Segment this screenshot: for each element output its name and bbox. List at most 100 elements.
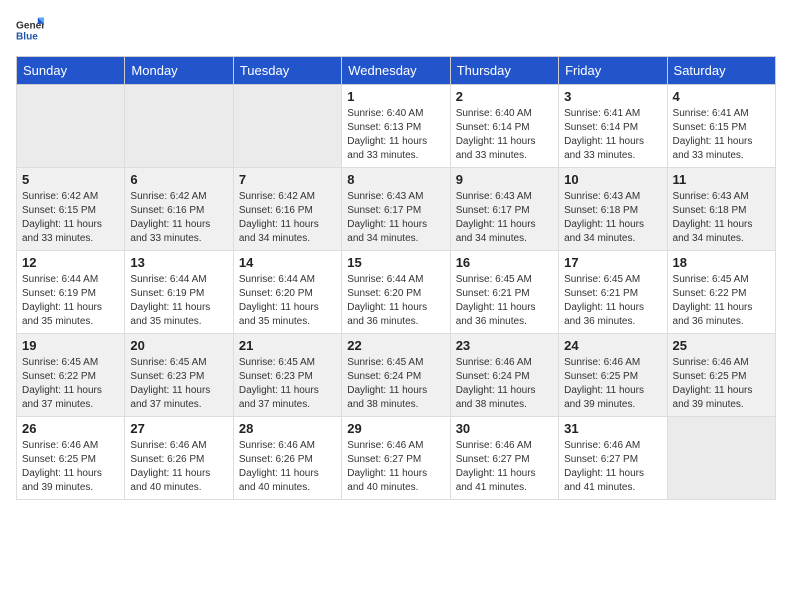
day-number: 7 bbox=[239, 172, 336, 187]
day-number: 22 bbox=[347, 338, 444, 353]
day-info: Sunrise: 6:45 AM Sunset: 6:23 PM Dayligh… bbox=[239, 356, 336, 412]
calendar-cell: 2 Sunrise: 6:40 AM Sunset: 6:14 PM Daylig… bbox=[450, 85, 558, 168]
calendar-cell: 11 Sunrise: 6:43 AM Sunset: 6:18 PM Dayli… bbox=[667, 168, 775, 251]
day-info: Sunrise: 6:46 AM Sunset: 6:25 PM Dayligh… bbox=[673, 356, 770, 412]
day-number: 4 bbox=[673, 89, 770, 104]
day-number: 17 bbox=[564, 255, 661, 270]
day-number: 19 bbox=[22, 338, 119, 353]
day-info: Sunrise: 6:43 AM Sunset: 6:17 PM Dayligh… bbox=[456, 190, 553, 246]
calendar-cell: 5Sunrise: 6:42 AM Sunset: 6:15 PM Daylig… bbox=[17, 168, 125, 251]
day-info: Sunrise: 6:45 AM Sunset: 6:22 PM Dayligh… bbox=[22, 356, 119, 412]
calendar-cell: 6 Sunrise: 6:42 AM Sunset: 6:16 PM Daylig… bbox=[125, 168, 233, 251]
day-number: 3 bbox=[564, 89, 661, 104]
calendar-cell: 18Sunrise: 6:45 AM Sunset: 6:22 PM Dayli… bbox=[667, 251, 775, 334]
calendar-cell: 15Sunrise: 6:44 AM Sunset: 6:20 PM Dayli… bbox=[342, 251, 450, 334]
day-number: 24 bbox=[564, 338, 661, 353]
calendar-cell: 27 Sunrise: 6:46 AM Sunset: 6:26 PM Dayli… bbox=[125, 417, 233, 500]
day-info: Sunrise: 6:43 AM Sunset: 6:17 PM Dayligh… bbox=[347, 190, 444, 246]
day-number: 10 bbox=[564, 172, 661, 187]
day-number: 18 bbox=[673, 255, 770, 270]
day-number: 8 bbox=[347, 172, 444, 187]
day-number: 14 bbox=[239, 255, 336, 270]
day-of-week-header: Saturday bbox=[667, 57, 775, 85]
day-info: Sunrise: 6:42 AM Sunset: 6:15 PM Dayligh… bbox=[22, 190, 119, 246]
logo-icon: General Blue bbox=[16, 16, 44, 44]
calendar-cell: 7 Sunrise: 6:42 AM Sunset: 6:16 PM Daylig… bbox=[233, 168, 341, 251]
day-info: Sunrise: 6:45 AM Sunset: 6:21 PM Dayligh… bbox=[564, 273, 661, 329]
calendar-cell: 25 Sunrise: 6:46 AM Sunset: 6:25 PM Dayli… bbox=[667, 334, 775, 417]
calendar-cell: 4 Sunrise: 6:41 AM Sunset: 6:15 PM Daylig… bbox=[667, 85, 775, 168]
calendar-cell: 12Sunrise: 6:44 AM Sunset: 6:19 PM Dayli… bbox=[17, 251, 125, 334]
day-number: 25 bbox=[673, 338, 770, 353]
calendar-week-row: 12 Sunrise: 6:44 AM Sunset: 6:19 PM Dayli… bbox=[17, 251, 776, 334]
day-info: Sunrise: 6:41 AM Sunset: 6:15 PM Dayligh… bbox=[673, 107, 770, 163]
day-info: Sunrise: 6:46 AM Sunset: 6:26 PM Dayligh… bbox=[130, 439, 227, 495]
calendar-cell: 16Sunrise: 6:45 AM Sunset: 6:21 PM Dayli… bbox=[450, 251, 558, 334]
day-info: Sunrise: 6:46 AM Sunset: 6:25 PM Dayligh… bbox=[22, 439, 119, 495]
day-of-week-header: Friday bbox=[559, 57, 667, 85]
day-number: 21 bbox=[239, 338, 336, 353]
calendar-week-row: 26Sunrise: 6:46 AM Sunset: 6:25 PM Dayli… bbox=[17, 417, 776, 500]
calendar-cell: 30 Sunrise: 6:46 AM Sunset: 6:27 PM Dayli… bbox=[450, 417, 558, 500]
day-info: Sunrise: 6:44 AM Sunset: 6:19 PM Dayligh… bbox=[130, 273, 227, 329]
calendar-cell: 26Sunrise: 6:46 AM Sunset: 6:25 PM Dayli… bbox=[17, 417, 125, 500]
day-number: 11 bbox=[673, 172, 770, 187]
day-info: Sunrise: 6:42 AM Sunset: 6:16 PM Dayligh… bbox=[130, 190, 227, 246]
day-of-week-header: Thursday bbox=[450, 57, 558, 85]
calendar-week-row: 5Sunrise: 6:42 AM Sunset: 6:15 PM Daylig… bbox=[17, 168, 776, 251]
day-number: 13 bbox=[130, 255, 227, 270]
day-info: Sunrise: 6:45 AM Sunset: 6:23 PM Dayligh… bbox=[130, 356, 227, 412]
calendar-cell: 1Sunrise: 6:40 AM Sunset: 6:13 PM Daylig… bbox=[342, 85, 450, 168]
day-of-week-header: Sunday bbox=[17, 57, 125, 85]
calendar-cell: 24 Sunrise: 6:46 AM Sunset: 6:25 PM Dayli… bbox=[559, 334, 667, 417]
day-info: Sunrise: 6:45 AM Sunset: 6:21 PM Dayligh… bbox=[456, 273, 553, 329]
day-info: Sunrise: 6:46 AM Sunset: 6:26 PM Dayligh… bbox=[239, 439, 336, 495]
day-number: 12 bbox=[22, 255, 119, 270]
calendar-cell: 21 Sunrise: 6:45 AM Sunset: 6:23 PM Dayli… bbox=[233, 334, 341, 417]
calendar-cell: 3 Sunrise: 6:41 AM Sunset: 6:14 PM Daylig… bbox=[559, 85, 667, 168]
calendar-cell: 31Sunrise: 6:46 AM Sunset: 6:27 PM Dayli… bbox=[559, 417, 667, 500]
day-info: Sunrise: 6:46 AM Sunset: 6:24 PM Dayligh… bbox=[456, 356, 553, 412]
calendar-cell bbox=[233, 85, 341, 168]
day-info: Sunrise: 6:43 AM Sunset: 6:18 PM Dayligh… bbox=[673, 190, 770, 246]
day-info: Sunrise: 6:43 AM Sunset: 6:18 PM Dayligh… bbox=[564, 190, 661, 246]
day-number: 20 bbox=[130, 338, 227, 353]
calendar-week-row: 19 Sunrise: 6:45 AM Sunset: 6:22 PM Dayli… bbox=[17, 334, 776, 417]
calendar-cell: 17 Sunrise: 6:45 AM Sunset: 6:21 PM Dayli… bbox=[559, 251, 667, 334]
calendar-cell: 22 Sunrise: 6:45 AM Sunset: 6:24 PM Dayli… bbox=[342, 334, 450, 417]
calendar-cell bbox=[125, 85, 233, 168]
calendar-cell bbox=[17, 85, 125, 168]
calendar-cell: 14 Sunrise: 6:44 AM Sunset: 6:20 PM Dayli… bbox=[233, 251, 341, 334]
day-info: Sunrise: 6:46 AM Sunset: 6:27 PM Dayligh… bbox=[456, 439, 553, 495]
calendar-cell: 19 Sunrise: 6:45 AM Sunset: 6:22 PM Dayli… bbox=[17, 334, 125, 417]
day-number: 9 bbox=[456, 172, 553, 187]
calendar-cell: 29Sunrise: 6:46 AM Sunset: 6:27 PM Dayli… bbox=[342, 417, 450, 500]
day-number: 27 bbox=[130, 421, 227, 436]
day-number: 15 bbox=[347, 255, 444, 270]
day-number: 29 bbox=[347, 421, 444, 436]
day-info: Sunrise: 6:45 AM Sunset: 6:24 PM Dayligh… bbox=[347, 356, 444, 412]
day-info: Sunrise: 6:46 AM Sunset: 6:25 PM Dayligh… bbox=[564, 356, 661, 412]
page-header: General Blue bbox=[16, 16, 776, 44]
day-info: Sunrise: 6:40 AM Sunset: 6:14 PM Dayligh… bbox=[456, 107, 553, 163]
calendar-cell: 10 Sunrise: 6:43 AM Sunset: 6:18 PM Dayli… bbox=[559, 168, 667, 251]
calendar-week-row: 1Sunrise: 6:40 AM Sunset: 6:13 PM Daylig… bbox=[17, 85, 776, 168]
calendar-cell: 8 Sunrise: 6:43 AM Sunset: 6:17 PM Daylig… bbox=[342, 168, 450, 251]
day-info: Sunrise: 6:44 AM Sunset: 6:20 PM Dayligh… bbox=[239, 273, 336, 329]
calendar-cell bbox=[667, 417, 775, 500]
calendar-cell: 9 Sunrise: 6:43 AM Sunset: 6:17 PM Daylig… bbox=[450, 168, 558, 251]
calendar-table: SundayMondayTuesdayWednesdayThursdayFrid… bbox=[16, 56, 776, 500]
calendar-cell: 13 Sunrise: 6:44 AM Sunset: 6:19 PM Dayli… bbox=[125, 251, 233, 334]
day-info: Sunrise: 6:42 AM Sunset: 6:16 PM Dayligh… bbox=[239, 190, 336, 246]
day-info: Sunrise: 6:41 AM Sunset: 6:14 PM Dayligh… bbox=[564, 107, 661, 163]
calendar-cell: 23Sunrise: 6:46 AM Sunset: 6:24 PM Dayli… bbox=[450, 334, 558, 417]
day-number: 6 bbox=[130, 172, 227, 187]
day-number: 31 bbox=[564, 421, 661, 436]
day-of-week-header: Tuesday bbox=[233, 57, 341, 85]
calendar-cell: 28Sunrise: 6:46 AM Sunset: 6:26 PM Dayli… bbox=[233, 417, 341, 500]
day-info: Sunrise: 6:40 AM Sunset: 6:13 PM Dayligh… bbox=[347, 107, 444, 163]
day-number: 30 bbox=[456, 421, 553, 436]
calendar-cell: 20 Sunrise: 6:45 AM Sunset: 6:23 PM Dayli… bbox=[125, 334, 233, 417]
day-of-week-header: Monday bbox=[125, 57, 233, 85]
day-number: 2 bbox=[456, 89, 553, 104]
